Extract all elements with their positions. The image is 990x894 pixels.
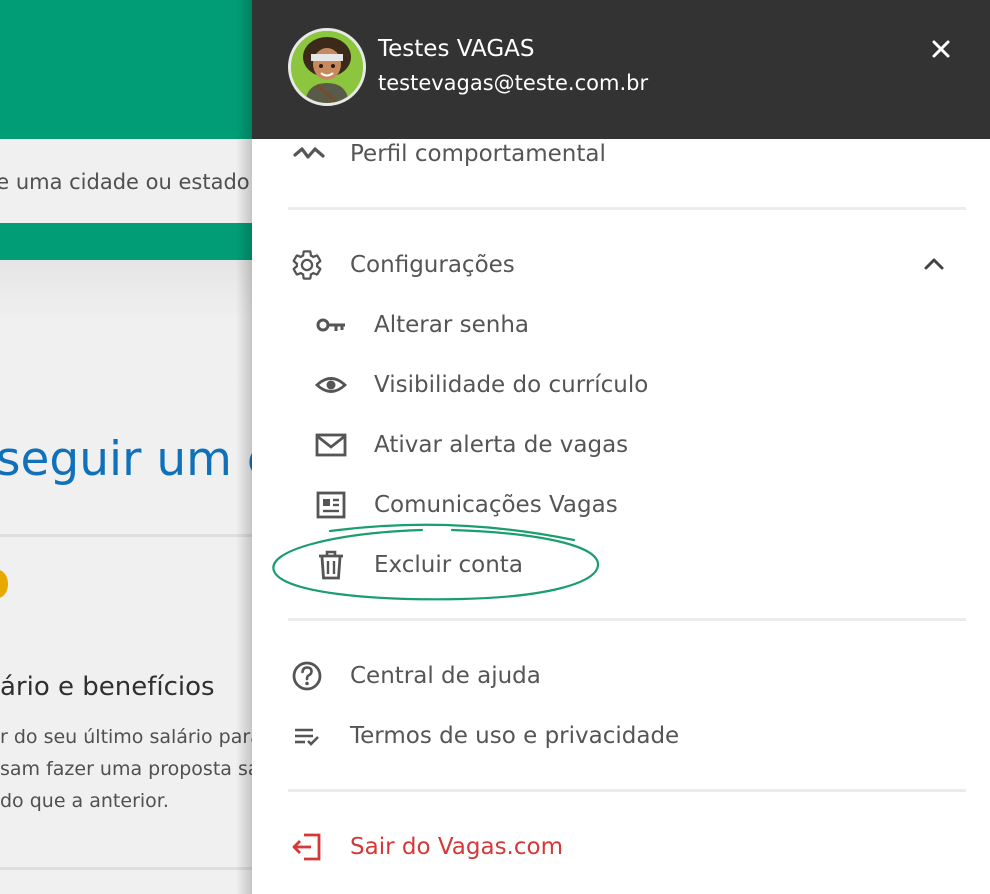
help-circle-icon	[290, 659, 324, 693]
menu-item-terms[interactable]: Termos de uso e privacidade	[288, 712, 966, 760]
background-page: te uma cidade ou estado seguir um en ári…	[0, 0, 252, 894]
menu-item-label: Configurações	[350, 252, 515, 278]
menu-item-resume-visibility[interactable]: Visibilidade do currículo	[312, 361, 966, 409]
user-email: testevagas@teste.com.br	[378, 71, 649, 95]
menu-item-delete-account[interactable]: Excluir conta	[312, 541, 966, 589]
mail-icon	[314, 428, 348, 462]
newspaper-icon	[314, 488, 348, 522]
drawer-shadow	[236, 0, 252, 894]
divider	[288, 207, 966, 210]
menu-item-settings[interactable]: Configurações	[288, 241, 966, 289]
backdrop-overlay[interactable]	[0, 0, 252, 894]
logout-icon	[290, 830, 324, 864]
avatar	[288, 28, 366, 106]
menu-item-label: Ativar alerta de vagas	[374, 432, 629, 458]
menu-item-label: Alterar senha	[374, 312, 529, 338]
menu-item-behavioral-profile[interactable]: Perfil comportamental	[288, 130, 966, 178]
drawer-header: Testes VAGAS testevagas@teste.com.br	[252, 0, 990, 139]
chevron-up-icon[interactable]	[920, 252, 948, 276]
menu-item-label: Comunicações Vagas	[374, 492, 618, 518]
account-drawer: Testes VAGAS testevagas@teste.com.br Per…	[252, 0, 990, 894]
list-check-icon	[290, 719, 324, 753]
menu-item-label: Central de ajuda	[350, 663, 541, 689]
key-icon	[314, 308, 348, 342]
menu-item-label: Perfil comportamental	[350, 141, 606, 167]
menu-item-label: Sair do Vagas.com	[350, 834, 563, 860]
menu-item-label: Excluir conta	[374, 552, 523, 578]
menu-item-job-alert[interactable]: Ativar alerta de vagas	[312, 421, 966, 469]
trash-icon	[314, 548, 348, 582]
pulse-icon	[292, 137, 326, 171]
gear-icon	[290, 248, 324, 282]
divider	[288, 789, 966, 792]
menu-item-logout[interactable]: Sair do Vagas.com	[288, 823, 966, 871]
menu-item-change-password[interactable]: Alterar senha	[312, 301, 966, 349]
menu-item-label: Termos de uso e privacidade	[350, 723, 680, 749]
menu-item-label: Visibilidade do currículo	[374, 372, 649, 398]
user-name: Testes VAGAS	[378, 36, 535, 62]
close-icon[interactable]	[926, 34, 956, 64]
menu-item-help-center[interactable]: Central de ajuda	[288, 652, 966, 700]
menu-item-communications[interactable]: Comunicações Vagas	[312, 481, 966, 529]
divider	[288, 618, 966, 621]
eye-icon	[314, 368, 348, 402]
